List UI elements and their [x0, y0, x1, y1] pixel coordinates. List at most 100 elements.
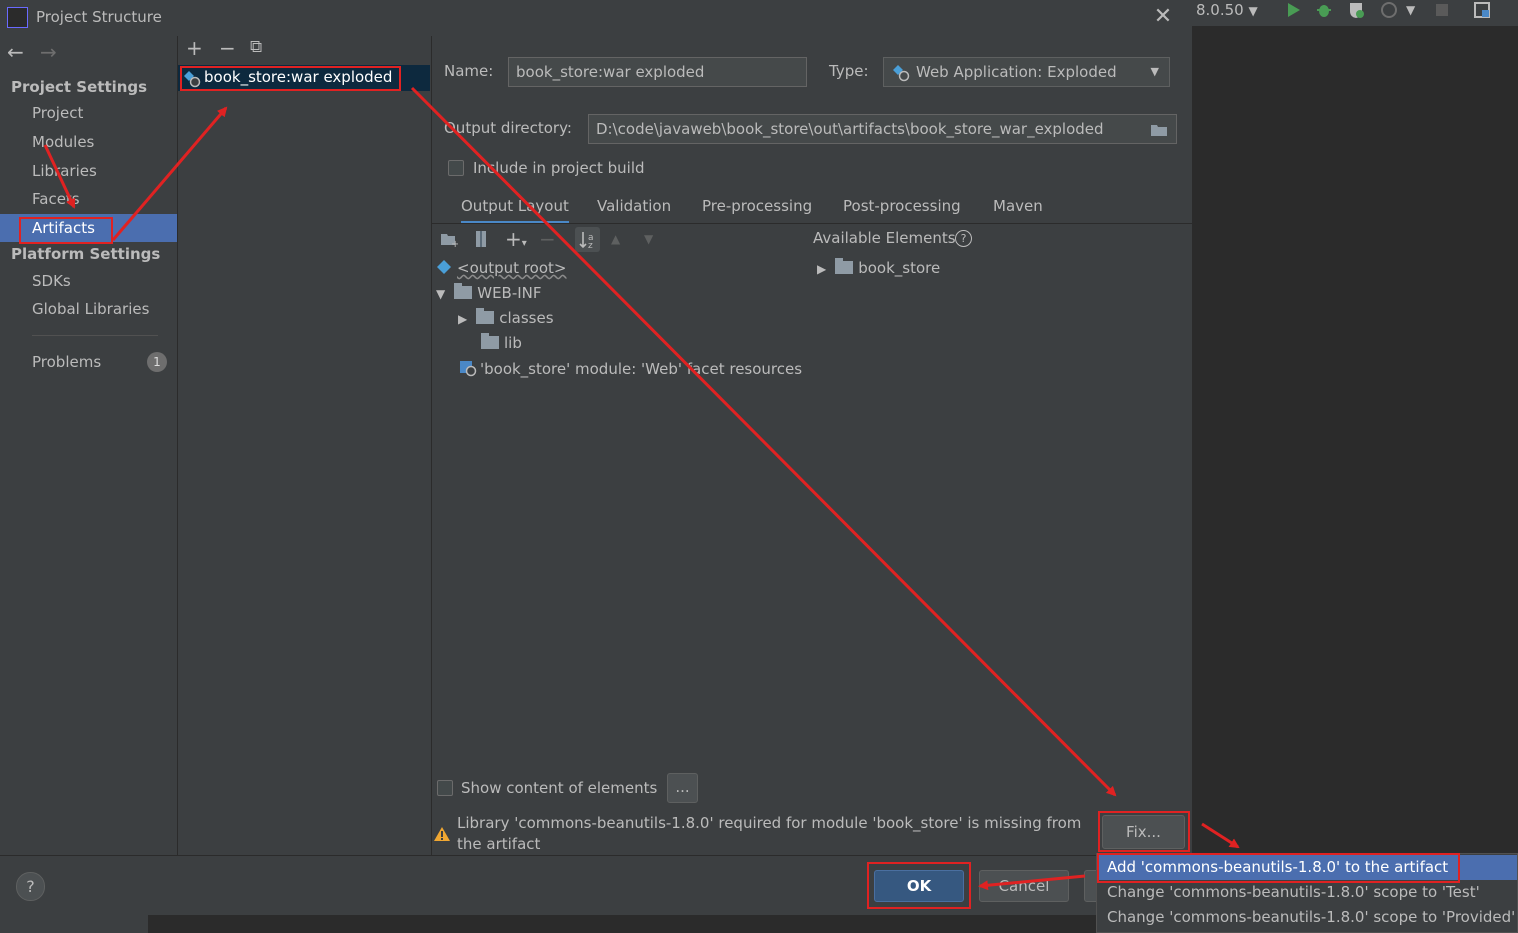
tree-item-classes[interactable]: ▶ classes [458, 308, 554, 327]
project-settings-heading: Project Settings [11, 78, 148, 96]
artifact-type-select[interactable]: Web Application: Exploded ▼ [883, 57, 1170, 87]
tree-item-output-root-label: <output root> [457, 259, 567, 277]
popup-item-scope-provided[interactable]: Change 'commons-beanutils-1.8.0' scope t… [1097, 905, 1517, 930]
include-in-build-label: Include in project build [473, 159, 645, 177]
web-artifact-icon [437, 260, 451, 274]
output-directory-label: Output directory: [444, 119, 572, 137]
dialog-titlebar [0, 0, 1192, 36]
coverage-icon[interactable] [1347, 1, 1365, 19]
tree-item-facet-resources-label: 'book_store' module: 'Web' facet resourc… [480, 360, 803, 378]
run-config-label: 8.0.50 [1196, 1, 1244, 19]
sidebar-item-artifacts[interactable]: Artifacts [0, 214, 177, 242]
chevron-down-icon: ▼ [1150, 65, 1159, 78]
tree-collapsed-icon: ▶ [458, 312, 468, 326]
create-archive-icon[interactable] [474, 230, 488, 248]
svg-text:z: z [588, 241, 593, 251]
name-label: Name: [444, 62, 494, 80]
new-directory-icon[interactable]: + [440, 231, 458, 247]
web-artifact-icon [184, 71, 201, 88]
sidebar-item-project[interactable]: Project [0, 99, 177, 127]
sidebar-item-modules[interactable]: Modules [0, 128, 177, 156]
artifact-type-value: Web Application: Exploded [916, 63, 1117, 81]
folder-icon [481, 333, 499, 349]
web-facet-icon [460, 361, 477, 377]
tab-output-layout[interactable]: Output Layout [461, 193, 569, 224]
chevron-down-icon[interactable]: ▼ [1406, 0, 1415, 20]
tab-post-processing[interactable]: Post-processing [843, 193, 961, 221]
tab-validation[interactable]: Validation [597, 193, 671, 221]
add-element-icon[interactable]: +▾ [505, 227, 527, 251]
sidebar-divider [32, 335, 158, 336]
fix-button[interactable]: Fix... [1102, 815, 1185, 849]
tree-item-web-inf-label: WEB-INF [477, 284, 542, 302]
remove-element-icon[interactable]: − [539, 227, 556, 251]
tab-pre-processing[interactable]: Pre-processing [702, 193, 812, 221]
help-button[interactable]: ? [16, 872, 45, 901]
ok-button[interactable]: OK [874, 870, 964, 902]
browse-folder-icon[interactable] [1150, 122, 1168, 137]
chevron-down-icon: ▼ [1248, 4, 1258, 18]
move-up-icon[interactable]: ▲ [611, 232, 620, 246]
tree-item-web-inf[interactable]: ▼ WEB-INF [436, 283, 542, 302]
warning-message-line2: the artifact [457, 835, 541, 853]
profile-icon[interactable] [1380, 1, 1398, 19]
stop-icon[interactable] [1433, 1, 1451, 19]
tree-item-classes-label: classes [499, 309, 554, 327]
popup-item-add-to-artifact[interactable]: Add 'commons-beanutils-1.8.0' to the art… [1097, 855, 1517, 880]
add-artifact-icon[interactable]: + [186, 36, 203, 60]
forward-arrow-icon[interactable]: → [40, 40, 57, 64]
tree-item-lib[interactable]: lib [481, 333, 522, 352]
artifact-list-item-label: book_store:war exploded [204, 68, 393, 86]
tree-item-facet-resources[interactable]: 'book_store' module: 'Web' facet resourc… [459, 359, 802, 378]
available-item-book-store[interactable]: ▶ book_store [817, 258, 941, 277]
warning-message-line1: Library 'commons-beanutils-1.8.0' requir… [457, 814, 1082, 832]
svg-text:+: + [451, 239, 458, 247]
artifact-name-input[interactable]: book_store:war exploded [508, 57, 807, 87]
available-elements-heading: Available Elements [813, 229, 956, 247]
debug-icon[interactable] [1315, 1, 1333, 19]
folder-icon [476, 308, 495, 324]
problems-count-badge: 1 [147, 352, 167, 372]
tab-maven[interactable]: Maven [993, 193, 1043, 221]
move-down-icon[interactable]: ▼ [644, 232, 653, 246]
artifacts-list-panel [178, 36, 432, 855]
output-directory-input[interactable]: D:\code\javaweb\book_store\out\artifacts… [588, 114, 1177, 144]
sidebar-item-sdks[interactable]: SDKs [0, 267, 177, 295]
close-icon[interactable]: ✕ [1152, 4, 1174, 30]
popup-item-scope-test[interactable]: Change 'commons-beanutils-1.8.0' scope t… [1097, 880, 1517, 905]
tree-expanded-icon: ▼ [436, 287, 446, 301]
tree-item-output-root[interactable]: <output root> [436, 259, 566, 277]
tabs-divider [432, 223, 1192, 224]
run-icon[interactable] [1284, 1, 1302, 19]
web-artifact-icon [893, 65, 910, 82]
dialog-footer-divider [0, 855, 1192, 856]
sidebar-item-facets[interactable]: Facets [0, 185, 177, 213]
warning-icon [434, 827, 450, 841]
back-arrow-icon[interactable]: ← [7, 40, 24, 64]
tree-item-lib-label: lib [504, 334, 522, 352]
module-folder-icon [835, 258, 854, 274]
sort-elements-icon[interactable]: az [575, 227, 600, 252]
folder-icon [454, 283, 473, 299]
show-content-checkbox[interactable] [437, 780, 453, 796]
output-directory-value: D:\code\javaweb\book_store\out\artifacts… [596, 120, 1104, 138]
sidebar-item-libraries[interactable]: Libraries [0, 157, 177, 185]
help-circle-icon[interactable]: ? [955, 230, 972, 247]
tree-collapsed-icon: ▶ [817, 262, 827, 276]
sidebar-item-global-libraries[interactable]: Global Libraries [0, 295, 177, 323]
dialog-title: Project Structure [36, 8, 162, 26]
run-config-selector[interactable]: 8.0.50 ▼ [1196, 0, 1258, 21]
platform-settings-heading: Platform Settings [11, 245, 161, 263]
project-structure-icon[interactable] [1473, 1, 1491, 19]
show-content-label: Show content of elements [461, 779, 658, 797]
cancel-button[interactable]: Cancel [979, 870, 1069, 902]
available-item-book-store-label: book_store [858, 259, 941, 277]
include-in-build-checkbox[interactable] [448, 160, 464, 176]
type-label: Type: [829, 62, 869, 80]
ide-status-area [148, 915, 1192, 933]
ide-editor-background [1192, 0, 1518, 933]
show-content-options-button[interactable]: ... [667, 773, 698, 803]
remove-artifact-icon[interactable]: − [219, 36, 236, 60]
copy-artifact-icon[interactable]: ⧉ [250, 37, 262, 57]
intellij-app-icon [7, 7, 28, 28]
